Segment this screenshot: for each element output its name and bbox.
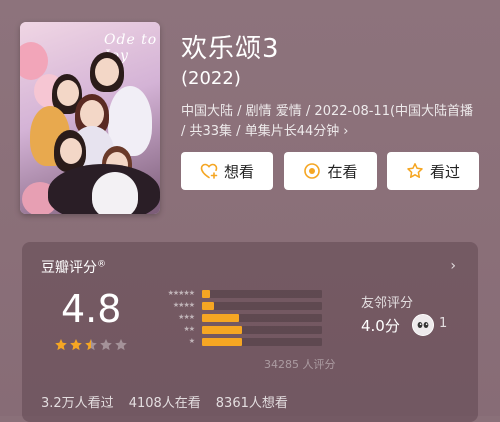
rating-score: 4.8 (61, 287, 122, 331)
rating-bar-fill (202, 290, 211, 298)
rating-bar-stars: ★ (188, 337, 195, 345)
star-filled-icon (55, 339, 67, 351)
watched-label: 看过 (429, 162, 460, 181)
rating-bar-track (202, 302, 322, 310)
rating-bar-fill (202, 326, 242, 334)
rating-bar-fill (202, 302, 214, 310)
watching-count[interactable]: 4108人在看 (129, 392, 201, 411)
rating-bar-track (202, 326, 322, 334)
figure-face (80, 100, 104, 128)
rating-bar-stars: ★★★ (178, 313, 195, 321)
target-circle-icon (303, 162, 321, 180)
want-count[interactable]: 8361人想看 (216, 392, 288, 411)
friend-avatar[interactable] (412, 314, 434, 336)
watching-label: 在看 (327, 162, 358, 181)
rating-bar-stars: ★★★★★ (167, 289, 195, 297)
chevron-right-icon[interactable]: › (450, 258, 456, 274)
movie-title: 欢乐颂3 (181, 34, 280, 64)
friend-rating-label: 友邻评分 (361, 296, 414, 311)
figure-face (95, 58, 119, 86)
friend-rating-score: 4.0分 (361, 317, 400, 335)
rating-bar-fill (202, 314, 240, 322)
star-empty-icon (115, 339, 127, 351)
movie-meta[interactable]: 中国大陆 / 剧情 爱情 / 2022-08-11(中国大陆首播 / 共33集 … (181, 102, 481, 142)
rating-bar-stars: ★★★★ (172, 301, 195, 309)
figure-body (92, 172, 138, 214)
rating-bar-track (202, 314, 322, 322)
rating-count: 34285 人评分 (264, 358, 336, 371)
star-half-icon (85, 339, 97, 351)
registered-mark: ® (97, 259, 106, 270)
heart-plus-icon (200, 163, 218, 179)
movie-year: (2022) (181, 68, 241, 89)
rating-bar-track (202, 290, 322, 298)
watched-button[interactable]: 看过 (387, 152, 479, 190)
rating-section-title: 豆瓣评分® (41, 257, 106, 277)
figure-face (57, 80, 79, 106)
movie-meta-text: 中国大陆 / 剧情 爱情 / 2022-08-11(中国大陆首播 / 共33集 … (181, 104, 474, 139)
chevron-right-icon: › (343, 124, 349, 139)
movie-poster[interactable]: Ode to Joy (20, 22, 160, 214)
want-to-watch-button[interactable]: 想看 (181, 152, 273, 190)
watching-button[interactable]: 在看 (284, 152, 377, 190)
rating-card[interactable]: 豆瓣评分® › 4.8 ★★★★★ ★★★★ ★★★ ★★ ★ 34285 人评分 友邻… (22, 242, 478, 422)
rating-bar-fill (202, 338, 242, 346)
rating-bar-track (202, 338, 322, 346)
rating-title-text: 豆瓣评分 (41, 260, 97, 276)
friend-rating-count: 1 (439, 316, 448, 331)
want-to-watch-label: 想看 (223, 162, 254, 181)
rating-bar-stars: ★★ (183, 325, 195, 333)
star-outline-icon (406, 162, 424, 180)
figure-face (60, 138, 82, 164)
watched-count[interactable]: 3.2万人看过 (41, 392, 114, 411)
star-filled-icon (70, 339, 82, 351)
star-empty-icon (100, 339, 112, 351)
rating-stars (54, 338, 128, 352)
watch-stats: 3.2万人看过 4108人在看 8361人想看 (41, 392, 288, 411)
